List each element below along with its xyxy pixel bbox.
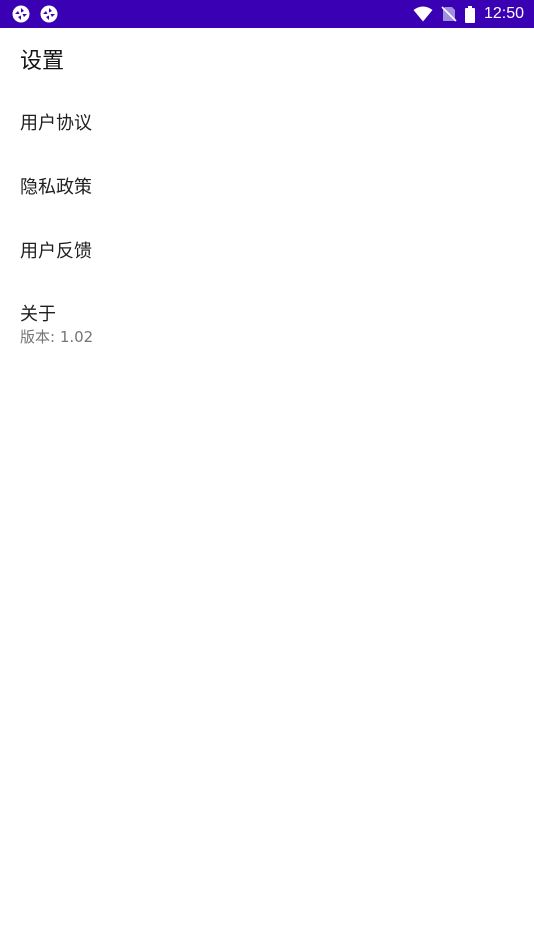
battery-icon [464, 5, 475, 23]
settings-item-user-agreement[interactable]: 用户协议 [0, 112, 534, 136]
page-title: 设置 [20, 49, 65, 74]
settings-item-privacy-policy[interactable]: 隐私政策 [0, 176, 534, 200]
settings-item-label: 用户反馈 [20, 241, 92, 262]
settings-item-user-feedback[interactable]: 用户反馈 [0, 240, 534, 264]
status-bar: 12:50 [0, 0, 534, 28]
app-notification-icon [12, 5, 30, 23]
wifi-icon [413, 6, 433, 22]
settings-item-label: 隐私政策 [20, 177, 92, 198]
settings-item-about[interactable]: 关于 版本: 1.02 [0, 303, 534, 347]
settings-item-label: 用户协议 [20, 113, 92, 134]
version-text: 版本: 1.02 [20, 328, 94, 346]
status-left-icons [12, 5, 68, 23]
status-time: 12:50 [483, 5, 524, 22]
settings-item-label: 关于 [20, 304, 56, 325]
no-sim-icon [441, 6, 457, 22]
app-notification-icon [40, 5, 58, 23]
status-right-icons: 12:50 [413, 4, 524, 24]
